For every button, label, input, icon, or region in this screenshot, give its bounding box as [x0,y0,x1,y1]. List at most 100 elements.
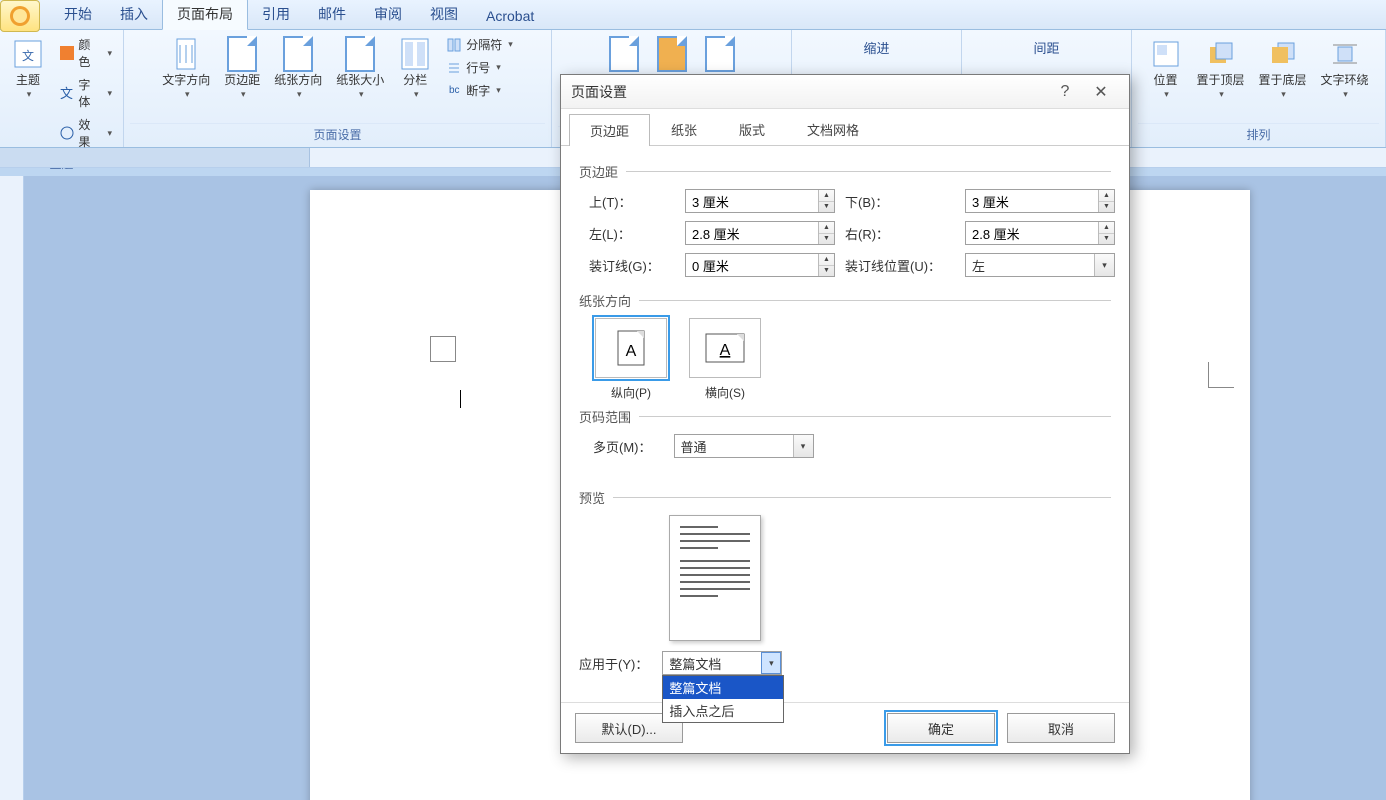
orientation-portrait-label: 纵向(P) [611,384,651,401]
page-setup-dialog: 页面设置 ? ✕ 页边距纸张版式文档网格 页边距 上(T)： ▲▼ 下(B)： … [560,74,1130,754]
dialog-tabs: 页边距纸张版式文档网格 [561,109,1129,146]
apply-option-0[interactable]: 整篇文档 [663,676,783,699]
orientation-landscape-label: 横向(S) [705,384,745,401]
office-button[interactable] [0,0,40,32]
theme-colors-button[interactable]: 颜色▾ [54,34,117,72]
dialog-tab-2[interactable]: 版式 [718,113,786,145]
margins-label: 页边距 [224,73,260,87]
orientation-landscape[interactable]: A 横向(S) [687,318,763,401]
margin-left-label: 左(L)： [589,224,675,243]
dialog-tab-0[interactable]: 页边距 [569,114,650,146]
margin-bottom-label: 下(B)： [845,192,955,211]
chevron-down-icon: ▾ [1094,254,1114,276]
margin-left-input[interactable]: ▲▼ [685,221,835,245]
apply-to-dropdown: 整篇文档插入点之后 [662,675,784,723]
ribbon-tab-1[interactable]: 插入 [106,0,162,29]
margin-top-input[interactable]: ▲▼ [685,189,835,213]
line-numbers-button[interactable]: 行号▾ [441,57,518,78]
svg-text:文: 文 [60,86,73,100]
hyphenation-label: 断字 [466,82,490,99]
bring-front-label: 置于顶层 [1197,73,1245,87]
themes-label: 主题 [16,73,40,87]
gutter-input[interactable]: ▲▼ [685,253,835,277]
ribbon-tab-5[interactable]: 审阅 [360,0,416,29]
dialog-tab-1[interactable]: 纸张 [650,113,718,145]
margins-button[interactable]: 页边距▾ [219,34,265,103]
orientation-button[interactable]: 纸张方向▾ [269,34,327,103]
help-icon[interactable]: ? [1047,79,1083,105]
svg-text:A: A [626,343,637,360]
line-numbers-label: 行号 [466,59,490,76]
margin-bottom-input[interactable]: ▲▼ [965,189,1115,213]
margin-right-input[interactable]: ▲▼ [965,221,1115,245]
size-label: 纸张大小 [336,73,384,87]
section-page-range-title: 页码范围 [579,407,631,426]
gutter-pos-label: 装订线位置(U)： [845,256,955,275]
ribbon-tab-3[interactable]: 引用 [248,0,304,29]
section-orientation-title: 纸张方向 [579,291,631,310]
send-back-button[interactable]: 置于底层▾ [1254,34,1312,103]
chevron-down-icon: ▾ [27,89,32,100]
group-page-setup-label: 页面设置 [130,123,545,145]
breaks-button[interactable]: 分隔符▾ [441,34,518,55]
text-wrap-button[interactable]: 文字环绕▾ [1316,34,1374,103]
multipage-label: 多页(M)： [593,437,652,456]
ribbon-tab-7[interactable]: Acrobat [472,3,548,29]
theme-fonts-button[interactable]: 文 字体▾ [54,74,117,112]
page-color-button[interactable] [650,34,694,74]
apply-to-label: 应用于(Y)： [579,654,648,673]
columns-label: 分栏 [403,73,427,87]
apply-option-1[interactable]: 插入点之后 [663,699,783,722]
breaks-label: 分隔符 [466,36,502,53]
theme-fonts-label: 字体 [78,76,101,110]
group-theme: 文 主题 ▾ 颜色▾ 文 字体▾ 效果 ▾ 主题 [0,30,124,147]
bring-front-button[interactable]: 置于顶层▾ [1192,34,1250,103]
ribbon-tab-6[interactable]: 视图 [416,0,472,29]
dialog-body: 页边距 上(T)： ▲▼ 下(B)： ▲▼ 左(L)： ▲▼ 右(R)： ▲▼ … [561,146,1129,702]
send-back-label: 置于底层 [1259,73,1307,87]
text-direction-button[interactable]: 文字方向▾ [157,34,215,103]
close-icon[interactable]: ✕ [1083,79,1119,105]
ok-button[interactable]: 确定 [887,713,995,743]
apply-to-combo[interactable]: 整篇文档 ▾ [662,651,782,675]
svg-text:A: A [720,342,731,359]
orientation-portrait[interactable]: A 纵向(P) [593,318,669,401]
dialog-footer: 默认(D)... 确定 取消 [561,702,1129,753]
watermark-button[interactable] [602,34,646,74]
dialog-titlebar[interactable]: 页面设置 ? ✕ [561,75,1129,109]
dialog-tab-3[interactable]: 文档网格 [786,113,880,145]
svg-text:文: 文 [22,48,34,63]
hyphenation-button[interactable]: bc 断字▾ [441,80,518,101]
section-margins-title: 页边距 [579,162,618,181]
text-wrap-label: 文字环绕 [1321,73,1369,87]
margin-top-label: 上(T)： [589,192,675,211]
chevron-down-icon: ▾ [761,652,781,674]
ribbon-tab-2[interactable]: 页面布局 [162,0,248,30]
dialog-title: 页面设置 [571,82,1047,102]
multipage-combo[interactable]: 普通▾ [674,434,814,458]
themes-button[interactable]: 文 主题 ▾ [6,34,50,103]
text-cursor [460,390,461,408]
orientation-label: 纸张方向 [274,73,322,87]
position-button[interactable]: 位置▾ [1144,34,1188,103]
theme-colors-label: 颜色 [78,36,101,70]
page-border-button[interactable] [698,34,742,74]
group-page-setup: 文字方向▾ 页边距▾ 纸张方向▾ 纸张大小▾ 分栏▾ 分隔符▾ [124,30,552,147]
cancel-button[interactable]: 取消 [1007,713,1115,743]
chevron-down-icon: ▾ [793,435,813,457]
columns-button[interactable]: 分栏▾ [393,34,437,103]
group-arrange-label: 排列 [1138,123,1379,145]
ribbon-tab-4[interactable]: 邮件 [304,0,360,29]
preview-thumbnail [669,515,761,641]
gutter-pos-combo[interactable]: 左▾ [965,253,1115,277]
theme-effects-label: 效果 [78,116,101,150]
theme-effects-button[interactable]: 效果▾ [54,114,117,152]
indent-heading: 缩进 [863,34,889,57]
margin-right-label: 右(R)： [845,224,955,243]
gutter-label: 装订线(G)： [589,256,675,275]
ribbon-tab-0[interactable]: 开始 [50,0,106,29]
ruler-vertical[interactable] [0,176,24,800]
size-button[interactable]: 纸张大小▾ [331,34,389,103]
section-preview-title: 预览 [579,488,605,507]
position-label: 位置 [1153,73,1177,87]
